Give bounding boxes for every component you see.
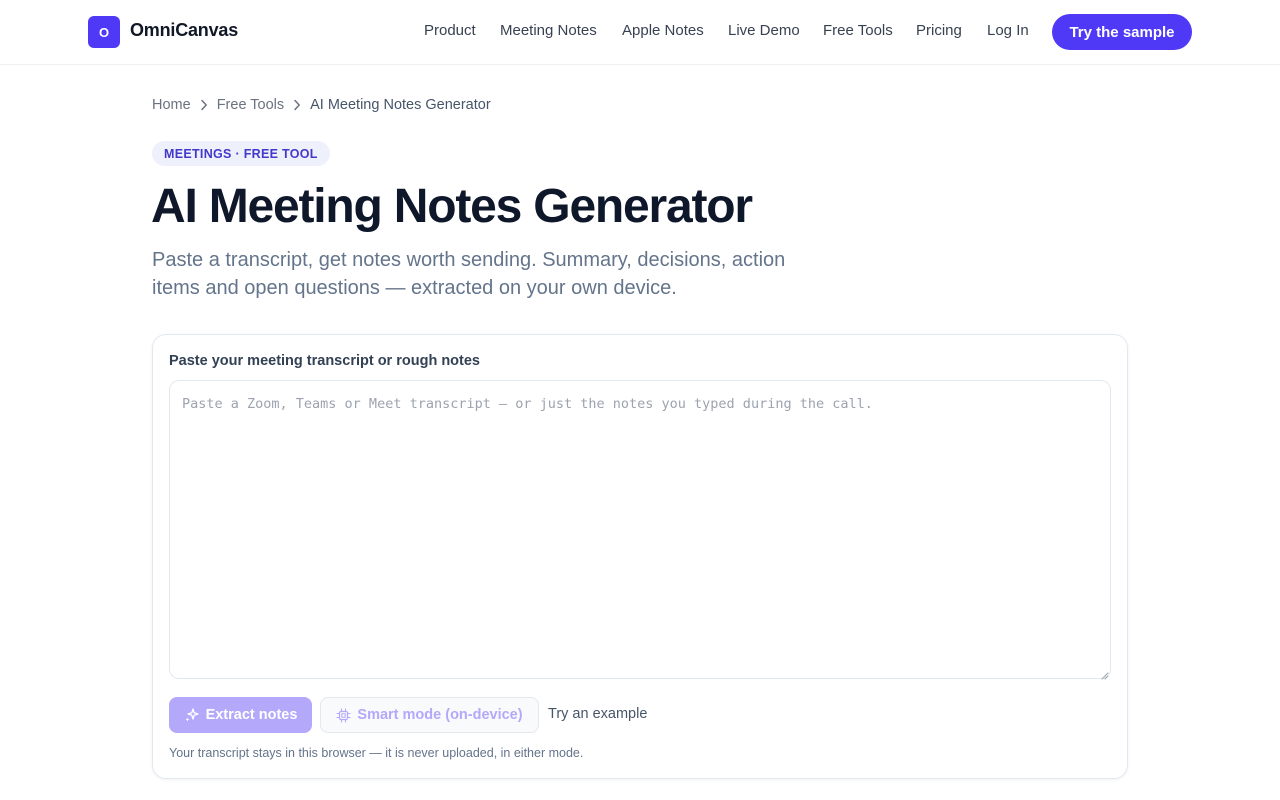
transcript-input[interactable] (169, 380, 1111, 679)
nav-link-pricing[interactable]: Pricing (916, 22, 962, 39)
transcript-tool-card: Paste your meeting transcript or rough n… (152, 334, 1128, 779)
top-navigation-bar: O OmniCanvas Product Meeting Notes Apple… (0, 0, 1280, 65)
page-subtitle: Paste a transcript, get notes worth send… (152, 249, 786, 299)
breadcrumb-home[interactable]: Home (152, 97, 191, 113)
page-title: AI Meeting Notes Generator (151, 180, 753, 233)
extract-notes-label: Extract notes (205, 707, 298, 723)
sparkles-icon (184, 707, 200, 723)
resize-handle-icon[interactable] (1099, 667, 1109, 680)
nav-link-apple-notes[interactable]: Apple Notes (622, 22, 704, 39)
breadcrumb-current: AI Meeting Notes Generator (310, 97, 491, 113)
cpu-chip-icon (336, 707, 351, 723)
chevron-right-icon (191, 99, 217, 111)
breadcrumb-free-tools[interactable]: Free Tools (217, 97, 284, 113)
try-sample-button[interactable]: Try the sample (1052, 14, 1192, 50)
nav-link-product[interactable]: Product (424, 22, 476, 39)
privacy-note: Your transcript stays in this browser — … (169, 746, 584, 760)
smart-mode-button[interactable]: Smart mode (on-device) (320, 697, 539, 733)
transcript-label: Paste your meeting transcript or rough n… (169, 353, 480, 369)
nav-link-meeting-notes[interactable]: Meeting Notes (500, 22, 597, 39)
extract-notes-button[interactable]: Extract notes (169, 697, 312, 733)
nav-link-live-demo[interactable]: Live Demo (728, 22, 800, 39)
breadcrumb: Home Free Tools AI Meeting Notes Generat… (152, 97, 491, 113)
chevron-right-icon (284, 99, 310, 111)
category-badge: MEETINGS · FREE TOOL (152, 141, 330, 166)
try-example-link[interactable]: Try an example (548, 706, 647, 722)
smart-mode-label: Smart mode (on-device) (357, 707, 523, 723)
nav-link-free-tools[interactable]: Free Tools (823, 22, 893, 39)
nav-link-log-in[interactable]: Log In (987, 22, 1029, 39)
